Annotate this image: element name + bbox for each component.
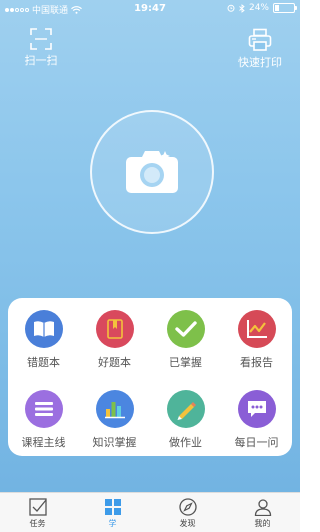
feature-icon-circle <box>95 310 134 348</box>
bluetooth-icon <box>239 3 245 13</box>
feature-label: 每日一问 <box>234 436 279 449</box>
status-right: 24% <box>227 3 297 13</box>
tab-discover[interactable]: 发现 <box>150 493 225 532</box>
status-bar: 中国联通 19:47 24% <box>0 0 300 18</box>
tab-label: 我的 <box>254 519 271 528</box>
feature-label: 做作业 <box>169 436 202 449</box>
bottom-tab-bar: 任务 学 发现 我的 <box>0 492 300 532</box>
feature-icon-circle <box>95 390 134 428</box>
check-icon <box>174 321 197 337</box>
feature-label: 知识掌握 <box>92 436 137 449</box>
feature-icon-circle <box>237 310 276 348</box>
feature-icon-circle <box>166 310 205 348</box>
book-icon <box>33 321 54 337</box>
tab-label: 学 <box>108 519 117 528</box>
camera-icon <box>126 151 178 193</box>
feature-label: 好题本 <box>98 356 131 369</box>
print-label: 快速打印 <box>238 56 282 69</box>
feature-card: 错题本 好题本 已掌握 看报告 课程主线 知识掌握 做作业 每日一问 <box>8 298 292 456</box>
feature-daily-question[interactable]: 每日一问 <box>221 390 292 450</box>
feature-wrong-questions[interactable]: 错题本 <box>8 310 79 370</box>
tab-mine[interactable]: 我的 <box>225 493 300 532</box>
alarm-icon <box>227 4 235 12</box>
list-icon <box>34 402 53 416</box>
feature-report[interactable]: 看报告 <box>221 310 292 370</box>
tab-label: 任务 <box>29 519 46 528</box>
battery-level <box>275 5 279 11</box>
scan-button[interactable]: 扫一扫 <box>20 28 62 68</box>
scan-icon <box>30 28 52 50</box>
pencil-icon <box>177 402 196 420</box>
feature-label: 错题本 <box>27 356 60 369</box>
feature-knowledge[interactable]: 知识掌握 <box>79 390 150 450</box>
bar-chart-icon <box>104 402 125 419</box>
feature-homework[interactable]: 做作业 <box>150 390 221 450</box>
tab-learn[interactable]: 学 <box>75 493 150 532</box>
chart-report-icon <box>246 320 267 338</box>
compass-icon <box>178 498 197 516</box>
feature-icon-circle <box>237 390 276 428</box>
screen: 中国联通 19:47 24% 扫一扫 快速打印 错题本 好题本 已掌握 看报告 … <box>0 0 300 532</box>
camera-button[interactable] <box>90 110 214 234</box>
feature-icon-circle <box>24 390 63 428</box>
feature-mastered[interactable]: 已掌握 <box>150 310 221 370</box>
tab-task[interactable]: 任务 <box>0 493 75 532</box>
quick-print-button[interactable]: 快速打印 <box>232 28 288 70</box>
grid-icon <box>104 499 121 515</box>
feature-course-mainline[interactable]: 课程主线 <box>8 390 79 450</box>
bookmark-book-icon <box>106 319 123 339</box>
feature-label: 已掌握 <box>169 356 202 369</box>
scan-label: 扫一扫 <box>24 54 58 67</box>
tab-label: 发现 <box>179 519 196 528</box>
printer-icon <box>248 28 272 51</box>
feature-good-questions[interactable]: 好题本 <box>79 310 150 370</box>
feature-label: 看报告 <box>240 356 273 369</box>
chat-icon <box>247 401 266 417</box>
task-icon <box>28 498 47 516</box>
feature-grid: 错题本 好题本 已掌握 看报告 课程主线 知识掌握 做作业 每日一问 <box>8 310 292 450</box>
feature-icon-circle <box>166 390 205 428</box>
feature-label: 课程主线 <box>21 436 66 449</box>
battery-percent: 24% <box>248 3 269 13</box>
battery-icon <box>273 3 297 13</box>
feature-icon-circle <box>24 310 63 348</box>
user-icon <box>254 499 271 516</box>
